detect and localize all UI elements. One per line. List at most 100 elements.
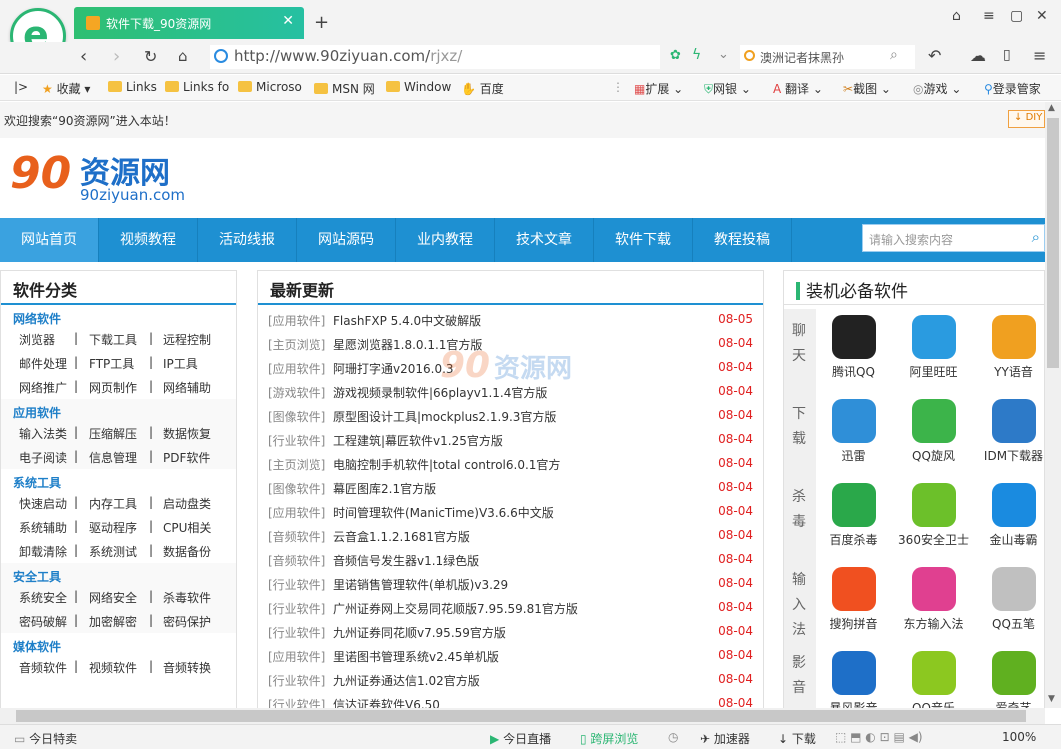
app-item[interactable]: 搜狗拼音 (816, 561, 891, 643)
update-title[interactable]: 阿珊打字通v2016.0.3 (333, 360, 454, 377)
update-row[interactable]: [行业软件] 广州证券网上交易同花顺版7.95.59.81官方版 08-04 (258, 596, 763, 620)
update-row[interactable]: [图像软件] 原型图设计工具|mockplus2.1.9.3官方版 08-04 (258, 404, 763, 428)
update-title[interactable]: 广州证券网上交易同花顺版7.95.59.81官方版 (333, 600, 578, 617)
status-live[interactable]: ▶ 今日直播 (490, 730, 551, 747)
app-item[interactable]: YY语音 (976, 309, 1044, 391)
side-tab[interactable]: 下载 (792, 402, 808, 452)
update-title[interactable]: 电脑控制手机软件|total control6.0.1官方 (333, 456, 560, 473)
close-window-icon[interactable]: ✕ (1036, 8, 1048, 24)
speed-icon[interactable]: ϟ (692, 47, 701, 63)
site-search-input[interactable]: 请输入搜索内容 ⌕ (862, 224, 1045, 252)
category-group-title[interactable]: 媒体软件 (1, 633, 236, 655)
bookmark-baidu[interactable]: ✋ 百度 (461, 80, 504, 97)
site-logo[interactable]: 90 资源网 90ziyuan.com (10, 148, 210, 208)
category-link[interactable]: 音频软件 (19, 659, 67, 676)
category-link[interactable]: FTP工具 (89, 355, 134, 372)
category-link[interactable]: PDF软件 (163, 449, 210, 466)
status-deals[interactable]: ▭ 今日特卖 (14, 730, 77, 747)
category-link[interactable]: 系统安全 (19, 589, 67, 606)
tab-close-icon[interactable]: ✕ (282, 13, 294, 29)
update-row[interactable]: [应用软件] 时间管理软件(ManicTime)V3.6.6中文版 08-04 (258, 500, 763, 524)
app-item[interactable]: 暴风影音 (816, 645, 891, 709)
status-icons[interactable]: ⬚ ⬒ ◐ ⊡ ▤ ◀) (835, 730, 923, 744)
bookmark-microsoft[interactable]: Microso (238, 80, 302, 94)
category-link[interactable]: 启动盘类 (163, 495, 211, 512)
category-link[interactable]: 密码破解 (19, 613, 67, 630)
status-history-icon[interactable]: ◷ (668, 730, 678, 744)
category-link[interactable]: 信息管理 (89, 449, 137, 466)
category-link[interactable]: 压缩解压 (89, 425, 137, 442)
nav-activity[interactable]: 活动线报 (198, 218, 297, 262)
search-icon[interactable]: ⌕ (890, 47, 898, 63)
app-item[interactable]: 阿里旺旺 (896, 309, 971, 391)
side-tab[interactable]: 杀毒 (792, 485, 808, 535)
bookmark-favorites[interactable]: ★ 收藏 ▾ (42, 80, 90, 97)
category-link[interactable]: 下载工具 (89, 331, 137, 348)
side-tab[interactable]: 输入法 (792, 568, 808, 643)
update-row[interactable]: [主页浏览] 电脑控制手机软件|total control6.0.1官方 08-04 (258, 452, 763, 476)
sidebar-toggle-icon[interactable]: |> (14, 80, 28, 94)
cloud-icon[interactable]: ☁ (970, 46, 986, 65)
bookmark-windows[interactable]: Window (386, 80, 451, 94)
update-title[interactable]: 云音盒1.1.2.1681官方版 (333, 528, 470, 545)
app-item[interactable]: 腾讯QQ (816, 309, 891, 391)
browser-tab[interactable]: 软件下载_90资源网 ✕ (74, 7, 304, 39)
nav-source[interactable]: 网站源码 (297, 218, 396, 262)
category-link[interactable]: 音频转换 (163, 659, 211, 676)
skin-icon[interactable]: ⌂ (952, 8, 961, 24)
update-title[interactable]: 里诺销售管理软件(单机版)v3.29 (333, 576, 508, 593)
category-group-title[interactable]: 安全工具 (1, 563, 236, 585)
update-row[interactable]: [应用软件] FlashFXP 5.4.0中文破解版 08-05 (258, 308, 763, 332)
side-tab[interactable]: 聊天 (792, 319, 808, 369)
update-title[interactable]: 原型图设计工具|mockplus2.1.9.3官方版 (333, 408, 556, 425)
update-row[interactable]: [音频软件] 云音盒1.1.2.1681官方版 08-04 (258, 524, 763, 548)
tool-screenshot[interactable]: ✂截图 ⌄ (843, 80, 891, 97)
update-title[interactable]: 九州证券通达信1.02官方版 (333, 672, 480, 689)
side-tab[interactable]: 影音 (792, 651, 808, 701)
security-icon[interactable]: ✿ (670, 48, 681, 63)
update-title[interactable]: 里诺图书管理系统v2.45单机版 (333, 648, 499, 665)
app-item[interactable]: 金山毒霸 (976, 477, 1044, 559)
status-download[interactable]: ↓ 下载 (778, 730, 816, 747)
category-group-title[interactable]: 网络软件 (1, 305, 236, 327)
status-accelerator[interactable]: ✈ 加速器 (700, 730, 750, 747)
phone-icon[interactable]: ▯ (1003, 47, 1011, 63)
category-link[interactable]: 数据恢复 (163, 425, 211, 442)
category-link[interactable]: 视频软件 (89, 659, 137, 676)
category-link[interactable]: 系统辅助 (19, 519, 67, 536)
update-title[interactable]: 游戏视频录制软件|66playv1.1.4官方版 (333, 384, 547, 401)
tool-bank[interactable]: ⛨网银 ⌄ (704, 80, 751, 97)
category-link[interactable]: 浏览器 (19, 331, 55, 348)
menu-icon[interactable]: ≡ (983, 8, 995, 24)
nav-video[interactable]: 视频教程 (99, 218, 198, 262)
update-row[interactable]: [行业软件] 九州证券通达信1.02官方版 08-04 (258, 668, 763, 692)
more-icon[interactable]: ⋮ (612, 80, 624, 94)
search-input[interactable]: 澳洲记者抹黑孙 (740, 45, 915, 69)
scroll-down-icon[interactable]: ▼ (1048, 694, 1055, 704)
category-link[interactable]: 密码保护 (163, 613, 211, 630)
category-link[interactable]: CPU相关 (163, 519, 211, 536)
update-row[interactable]: [行业软件] 里诺销售管理软件(单机版)v3.29 08-04 (258, 572, 763, 596)
nav-tech[interactable]: 技术文章 (495, 218, 594, 262)
vertical-scroll-thumb[interactable] (1047, 118, 1059, 368)
category-link[interactable]: 网页制作 (89, 379, 137, 396)
tool-login-manager[interactable]: ⚲登录管家 (984, 80, 1041, 97)
update-row[interactable]: [行业软件] 工程建筑|幕匠软件v1.25官方版 08-04 (258, 428, 763, 452)
nav-submit[interactable]: 教程投稿 (693, 218, 792, 262)
nav-tutorial[interactable]: 业内教程 (396, 218, 495, 262)
dropdown-icon[interactable]: ⌄ (718, 47, 729, 62)
update-title[interactable]: 时间管理软件(ManicTime)V3.6.6中文版 (333, 504, 554, 521)
app-item[interactable]: 迅雷 (816, 393, 891, 475)
undo-icon[interactable]: ↶ (928, 46, 941, 65)
refresh-icon[interactable]: ↻ (144, 47, 157, 66)
horizontal-scroll-thumb[interactable] (16, 710, 1026, 722)
update-row[interactable]: [应用软件] 里诺图书管理系统v2.45单机版 08-04 (258, 644, 763, 668)
update-title[interactable]: 工程建筑|幕匠软件v1.25官方版 (333, 432, 503, 449)
bookmark-links[interactable]: Links (108, 80, 157, 94)
update-title[interactable]: 九州证券同花顺v7.95.59官方版 (333, 624, 506, 641)
maximize-icon[interactable]: ▢ (1010, 8, 1023, 24)
main-menu-icon[interactable]: ≡ (1033, 46, 1046, 65)
back-icon[interactable]: ‹ (80, 46, 87, 67)
status-cross-screen[interactable]: ▯ 跨屏浏览 (580, 730, 638, 747)
app-item[interactable]: 东方输入法 (896, 561, 971, 643)
